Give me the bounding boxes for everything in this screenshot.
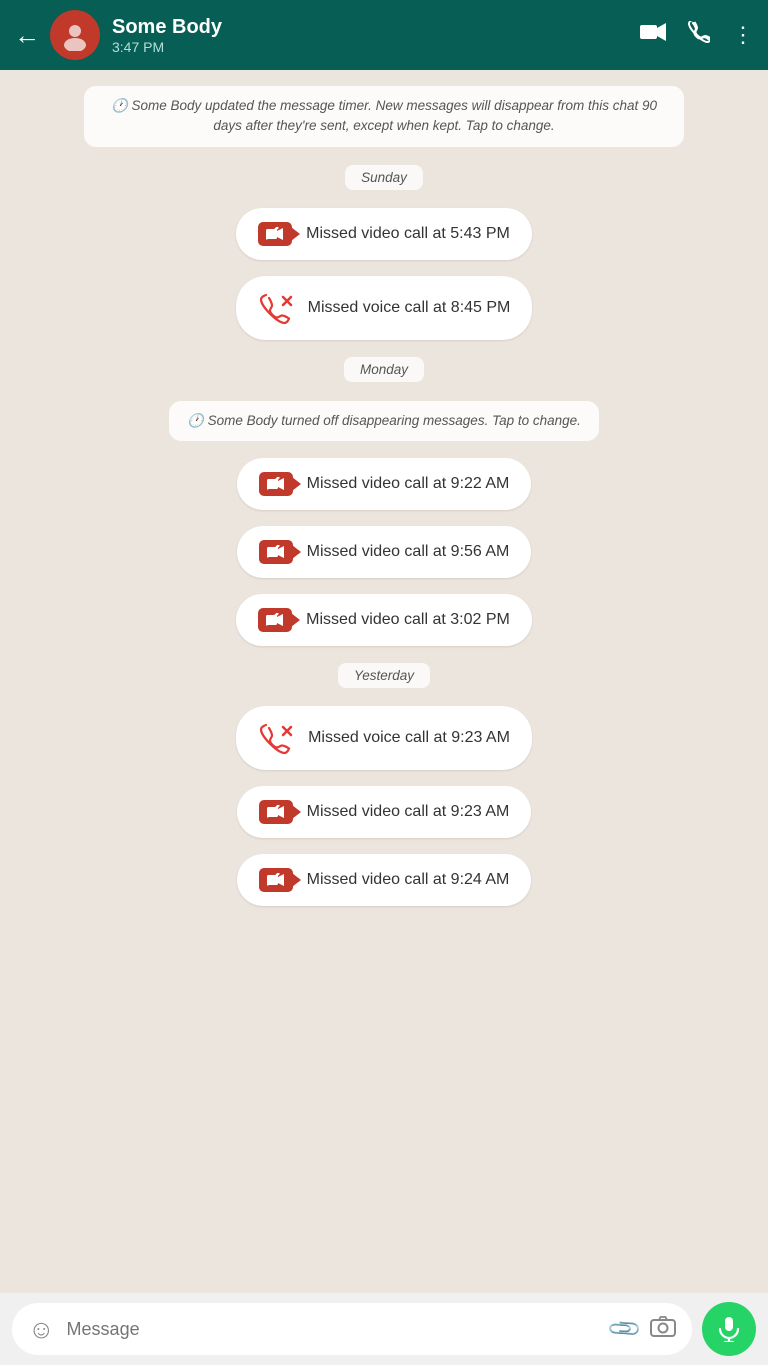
- day-label-monday: Monday: [344, 361, 424, 379]
- contact-status: 3:47 PM: [112, 39, 640, 55]
- mic-button[interactable]: [702, 1302, 756, 1356]
- call-notification-yesterday-voice-923[interactable]: Missed voice call at 9:23 AM: [236, 706, 532, 770]
- missed-video-call-icon: [259, 800, 293, 824]
- camera-button[interactable]: [650, 1315, 676, 1343]
- attach-button[interactable]: 📎: [605, 1310, 643, 1348]
- missed-video-call-icon: [259, 540, 293, 564]
- missed-video-call-icon: [258, 608, 292, 632]
- message-input-bar: ☺ 📎: [0, 1293, 768, 1365]
- video-call-button[interactable]: [640, 22, 666, 48]
- call-text: Missed video call at 9:23 AM: [307, 803, 510, 821]
- call-notification-monday-video-302[interactable]: Missed video call at 3:02 PM: [236, 594, 532, 646]
- call-text: Missed voice call at 8:45 PM: [308, 299, 511, 317]
- chat-messages: 🕐 Some Body updated the message timer. N…: [0, 70, 768, 1293]
- missed-video-call-icon: [259, 472, 293, 496]
- system-message-timer[interactable]: 🕐 Some Body updated the message timer. N…: [84, 86, 684, 147]
- call-text: Missed video call at 9:22 AM: [307, 475, 510, 493]
- call-text: Missed video call at 5:43 PM: [306, 225, 510, 243]
- call-notification-sunday-video-543[interactable]: Missed video call at 5:43 PM: [236, 208, 532, 260]
- more-options-button[interactable]: ⋮: [732, 22, 754, 48]
- chat-header: ← Some Body 3:47 PM ⋮: [0, 0, 768, 70]
- missed-voice-call-icon: [258, 290, 294, 326]
- call-notification-monday-video-922[interactable]: Missed video call at 9:22 AM: [237, 458, 532, 510]
- missed-voice-call-icon: [258, 720, 294, 756]
- call-text: Missed voice call at 9:23 AM: [308, 729, 510, 747]
- call-notification-monday-video-956[interactable]: Missed video call at 9:56 AM: [237, 526, 532, 578]
- message-input-container: ☺ 📎: [12, 1303, 692, 1355]
- call-text: Missed video call at 9:24 AM: [307, 871, 510, 889]
- missed-video-call-icon: [258, 222, 292, 246]
- day-label-yesterday: Yesterday: [338, 667, 430, 685]
- system-message-turnoff[interactable]: 🕐 Some Body turned off disappearing mess…: [169, 401, 599, 441]
- contact-name: Some Body: [112, 16, 640, 39]
- call-text: Missed video call at 3:02 PM: [306, 611, 510, 629]
- message-input[interactable]: [67, 1319, 599, 1340]
- contact-info[interactable]: Some Body 3:47 PM: [112, 16, 640, 55]
- emoji-button[interactable]: ☺: [28, 1314, 55, 1345]
- call-notification-yesterday-video-923[interactable]: Missed video call at 9:23 AM: [237, 786, 532, 838]
- call-notification-yesterday-video-924[interactable]: Missed video call at 9:24 AM: [237, 854, 532, 906]
- back-button[interactable]: ←: [14, 20, 40, 51]
- call-notification-sunday-voice-845[interactable]: Missed voice call at 8:45 PM: [236, 276, 533, 340]
- missed-video-call-icon: [259, 868, 293, 892]
- voice-call-button[interactable]: [688, 21, 710, 49]
- avatar[interactable]: [50, 10, 100, 60]
- day-label-sunday: Sunday: [345, 169, 423, 187]
- call-text: Missed video call at 9:56 AM: [307, 543, 510, 561]
- header-actions: ⋮: [640, 21, 754, 49]
